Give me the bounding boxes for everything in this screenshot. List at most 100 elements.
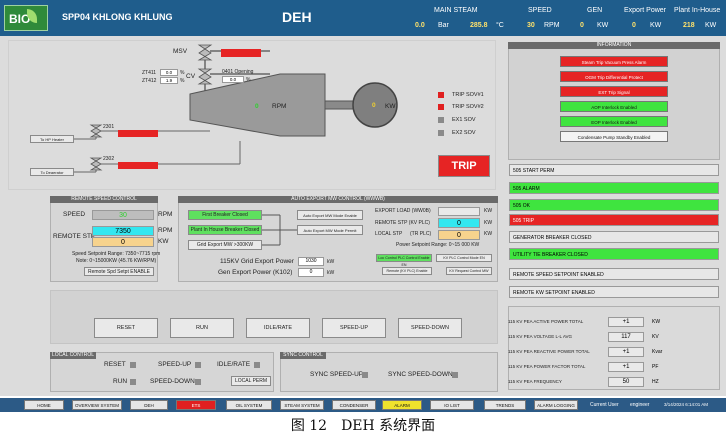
to-hp-heater-link[interactable]: To HP Heater [30, 135, 74, 143]
inhouse-value: 218 [683, 22, 695, 29]
grid-export-power-unit: kW [327, 259, 335, 265]
zt412-unit: % [180, 78, 185, 84]
kv-plc-control-button[interactable]: KV PLC Control Mode EN [436, 254, 492, 262]
local-run-indicator[interactable] [130, 379, 136, 385]
remote-stp-kw-value: 0 [92, 237, 154, 247]
local-speed-up-indicator[interactable] [195, 362, 201, 368]
status-row: 505 OK [509, 199, 719, 211]
status-row: 505 ALARM [509, 182, 719, 194]
inhouse-label: Plant In-House [674, 7, 721, 14]
nav-button[interactable]: ETS [176, 400, 216, 410]
measurement-unit: KW [652, 319, 661, 325]
status-row: REMOTE KW SETPOINT ENABLED [509, 286, 719, 298]
nav-button[interactable]: ALARM [382, 400, 422, 410]
gen-export-value: 0 [298, 268, 324, 277]
reset-button[interactable]: RESET [94, 318, 158, 338]
gen-label: GEN [587, 7, 603, 14]
logic-connector-lines [262, 214, 297, 246]
pressure-value: 0.0 [415, 22, 425, 29]
nav-button[interactable]: ALARM LOGGING [534, 400, 578, 410]
trip-sov2-indicator [438, 104, 444, 110]
first-breaker-indicator: First Breaker Closed [188, 210, 262, 220]
temp-unit: °C [496, 22, 504, 29]
nav-button[interactable]: CONDENSER [332, 400, 376, 410]
current-user: engineer [630, 402, 650, 408]
nav-button[interactable]: IO LIST [430, 400, 474, 410]
nav-button[interactable]: DEH [130, 400, 168, 410]
info-item: AOP Interlock Enabled [560, 101, 668, 112]
datetime: 3/14/2024 6:14:01 AM [664, 402, 709, 407]
remote-stp-label: REMOTE STP [53, 233, 96, 240]
nav-button[interactable]: OVERVIEW SYSTEM [72, 400, 122, 410]
nav-button[interactable]: STEAM SYSTEM [280, 400, 324, 410]
nav-button[interactable]: HOME [24, 400, 64, 410]
main-steam-label: MAIN STEAM [434, 7, 478, 14]
ex1-sov-label: EX1 SOV [452, 117, 476, 123]
rpm-value: 0 [255, 103, 259, 110]
idle-rate-button[interactable]: IDLE/RATE [246, 318, 310, 338]
inhouse-unit: KW [705, 22, 717, 29]
zt412-label: ZT412 [142, 78, 157, 84]
valve-2301-status [118, 130, 158, 137]
nav-button[interactable]: OIL SYSTEM [226, 400, 272, 410]
root: BIO SPP04 KHLONG KHLUNG DEH MAIN STEAM 0… [0, 0, 726, 439]
local-speed-down-label: SPEED-DOWN [150, 378, 195, 385]
info-item: OGM Trip Differential Protect [560, 71, 668, 82]
loc-control-enable-indicator: Loc Control PLC Control Enable EN [376, 254, 432, 267]
run-button[interactable]: RUN [170, 318, 234, 338]
local-perm-button[interactable]: LOCAL PERM [231, 376, 271, 386]
trip-button[interactable]: TRIP [438, 155, 490, 177]
local-speed-up-label: SPEED-UP [158, 361, 192, 368]
remote-stp-kv-unit: KW [484, 220, 493, 226]
nav-button[interactable]: TRENDS [484, 400, 526, 410]
remote-stp-kw-unit: KW [158, 238, 169, 245]
measurement-unit: HZ [652, 379, 659, 385]
msv-valve-icon [197, 44, 213, 61]
mode-enable-indicator: Auto Export MW Mode Enable [297, 210, 363, 220]
local-idle-rate-indicator[interactable] [254, 362, 260, 368]
info-item: EXT Trip Signal [560, 86, 668, 97]
remote-stp-kv-input[interactable]: 0 [438, 218, 480, 228]
sync-speed-up-indicator[interactable] [362, 372, 368, 378]
msv-status-red [221, 49, 261, 57]
grid-export-power-value: 1030 [298, 257, 324, 266]
zt411-label: ZT411 [142, 70, 157, 76]
status-row: 505 TRIP [509, 214, 719, 226]
gen-export-unit: kW [327, 270, 335, 276]
sync-speed-down-indicator[interactable] [452, 372, 458, 378]
header-bar: BIO SPP04 KHLONG KHLUNG DEH MAIN STEAM 0… [0, 0, 726, 36]
zt411-unit: % [180, 70, 185, 76]
remote-stp-rpm-unit: RPM [158, 227, 173, 234]
info-item: Steam Trip Vacuum Press Alarm [560, 56, 668, 67]
local-stp-value: 0 [438, 230, 480, 240]
cv-label: CV [186, 73, 196, 80]
speed-label: SPEED [528, 7, 552, 14]
valve-2301-label: 2301 [103, 124, 115, 130]
remote-stp-rpm-input[interactable]: 7350 [92, 226, 154, 236]
export-unit: KW [650, 22, 662, 29]
speed-down-button[interactable]: SPEED-DOWN [398, 318, 462, 338]
local-reset-indicator[interactable] [130, 362, 136, 368]
figure-caption: 图 12 DEH 系统界面 [290, 418, 436, 434]
measurement-unit: PF [652, 364, 659, 370]
remote-kv-enable-button[interactable]: Remote (KV PLC) Enable [382, 267, 432, 275]
remote-stp-kv-label: REMOTE STP (KV PLC) [375, 220, 430, 226]
auto-export-title: AUTO EXPORT MW CONTROL (WWWB) [178, 196, 498, 203]
rpm-unit: RPM [272, 103, 287, 110]
local-control-title: LOCAL CONTROL [50, 352, 96, 359]
local-speed-down-indicator[interactable] [195, 379, 201, 385]
status-row: UTILITY TIE BREAKER CLOSED [509, 248, 719, 260]
measurement-value: +1 [608, 362, 644, 372]
to-deaerator-link[interactable]: To Deaerator [30, 168, 74, 176]
mode-permit-indicator: Auto Export MW Mode Permit [297, 225, 363, 235]
remote-speed-title: REMOTE SPEED CONTROL [50, 196, 158, 203]
remote-spd-enable-button[interactable]: Remote Spd Setpt ENABLE [84, 267, 154, 276]
kv-request-button[interactable]: KV Request Control MW [446, 267, 492, 275]
speed-up-button[interactable]: SPEED-UP [322, 318, 386, 338]
current-user-label: Current User [590, 402, 619, 408]
speed-label: SPEED [63, 211, 86, 218]
opening-value: 0.0 [222, 76, 244, 83]
zt412-value: 1.9 [160, 77, 178, 84]
info-item: EOP Interlock Enabled [560, 116, 668, 127]
measurement-value: +1 [608, 317, 644, 327]
